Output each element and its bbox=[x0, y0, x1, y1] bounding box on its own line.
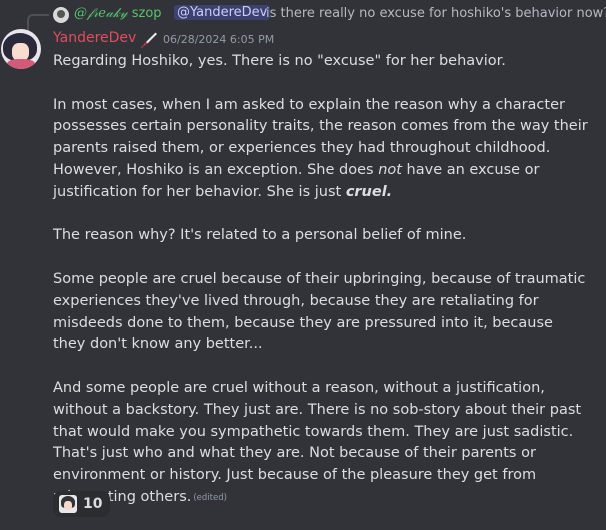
knife-icon bbox=[141, 32, 157, 48]
reply-mention[interactable]: @YandereDev bbox=[174, 5, 271, 20]
message-content: Regarding Hoshiko, yes. There is no "exc… bbox=[53, 51, 588, 510]
reply-author-suffix[interactable]: szop bbox=[132, 6, 162, 21]
emphasis-cruel: cruel. bbox=[345, 183, 393, 200]
anime-girl-emoji-icon bbox=[59, 495, 77, 513]
timestamp: 06/28/2024 6:05 PM bbox=[163, 33, 275, 46]
edited-label: (edited) bbox=[193, 492, 227, 503]
chat-message: @𝒻𝓇𝑒𝒶𝓀𝓎 szop @YandereDev is there really… bbox=[0, 0, 606, 530]
author-name[interactable]: YandereDev bbox=[53, 30, 136, 46]
reply-connector bbox=[27, 14, 49, 30]
reply-preview-text[interactable]: is there really no excuse for hoshiko's … bbox=[266, 6, 606, 21]
avatar[interactable] bbox=[1, 29, 41, 69]
message-paragraph: Regarding Hoshiko, yes. There is no "exc… bbox=[53, 53, 506, 69]
message-paragraph: The reason why? It's related to a person… bbox=[53, 227, 467, 244]
message-paragraph: And some people are cruel without a reas… bbox=[53, 379, 582, 505]
reply-author[interactable]: @𝒻𝓇𝑒𝒶𝓀𝓎 szop bbox=[74, 6, 162, 21]
reaction-count: 10 bbox=[83, 496, 103, 512]
reply-author-name[interactable]: @𝒻𝓇𝑒𝒶𝓀𝓎 bbox=[74, 6, 128, 21]
message-paragraph: In most cases, when I am asked to explai… bbox=[53, 96, 588, 200]
reply-avatar[interactable] bbox=[53, 7, 69, 23]
message-paragraph: Some people are cruel because of their u… bbox=[53, 270, 586, 353]
reaction-button[interactable]: 10 bbox=[53, 491, 111, 517]
